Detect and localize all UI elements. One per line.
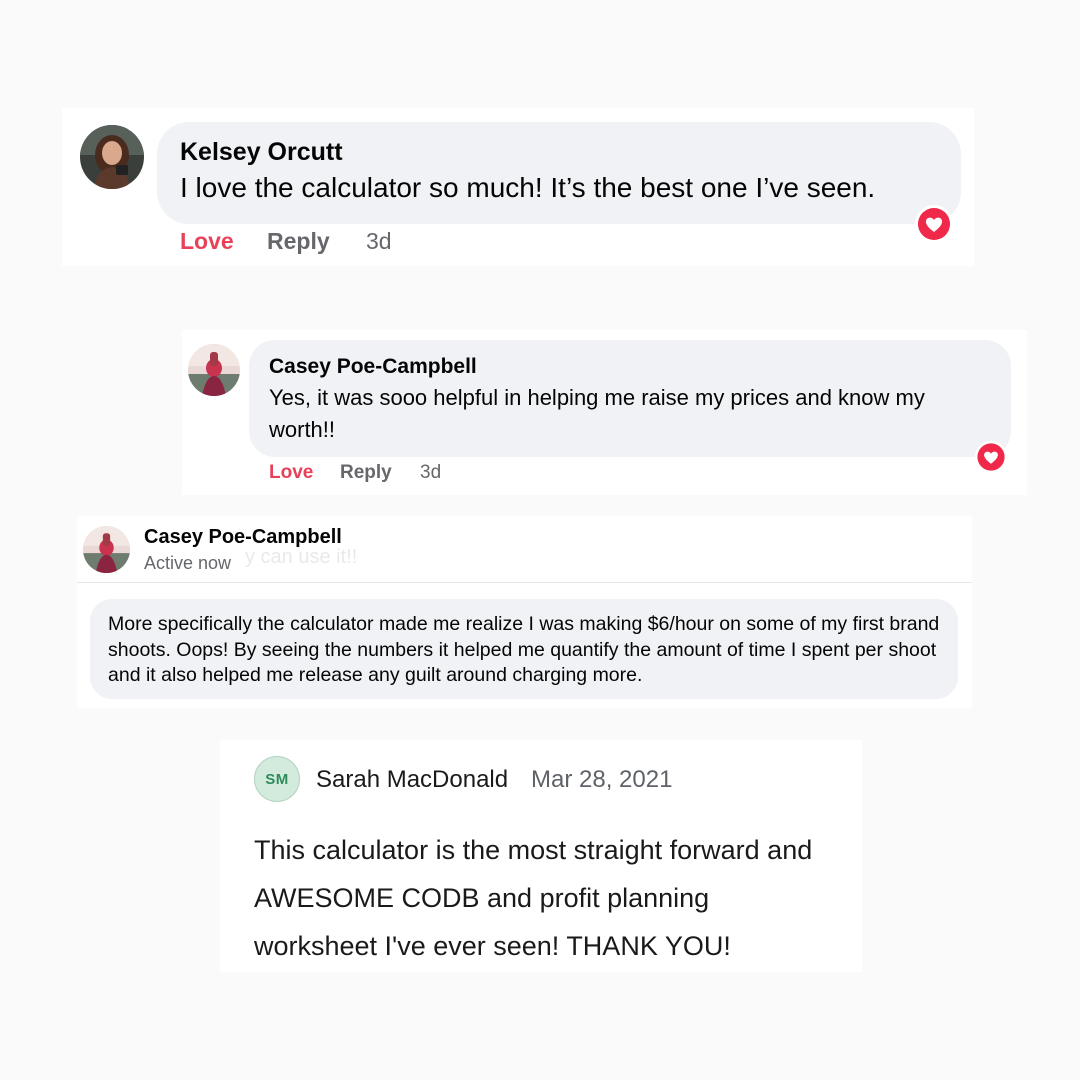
avatar[interactable]	[80, 125, 144, 189]
avatar[interactable]	[188, 344, 240, 396]
avatar[interactable]	[83, 526, 130, 573]
comment-text: I love the calculator so much! It’s the …	[180, 172, 876, 203]
review-card: SM Sarah MacDonald Mar 28, 2021 This cal…	[220, 740, 862, 972]
reply-button[interactable]: Reply	[340, 462, 392, 484]
heart-icon[interactable]	[914, 204, 954, 244]
comment-author[interactable]: Kelsey Orcutt	[180, 138, 343, 167]
chat-contact-name[interactable]: Casey Poe-Campbell	[144, 526, 342, 549]
love-button[interactable]: Love	[180, 228, 234, 255]
reply-button[interactable]: Reply	[267, 228, 330, 255]
initials-avatar: SM	[254, 756, 300, 802]
love-button[interactable]: Love	[269, 462, 313, 484]
divider	[77, 582, 972, 583]
presence-status: Active now	[144, 553, 232, 573]
comment-timestamp[interactable]: 3d	[420, 462, 441, 484]
comment-text: Yes, it was sooo helpful in helping me r…	[269, 385, 925, 442]
comment-author[interactable]: Casey Poe-Campbell	[269, 355, 477, 379]
message-card: y can use it!! Casey Poe-Campbell Active…	[77, 516, 972, 708]
review-text: This calculator is the most straight for…	[254, 835, 813, 961]
faded-text: y can use it!!	[245, 546, 358, 568]
heart-icon[interactable]	[974, 440, 1008, 474]
comment-timestamp[interactable]: 3d	[366, 228, 392, 255]
review-author: Sarah MacDonald	[316, 766, 509, 793]
comment-card-kelsey: Kelsey Orcutt I love the calculator so m…	[62, 108, 974, 266]
review-date: Mar 28, 2021	[531, 766, 673, 793]
message-text: More specifically the calculator made me…	[108, 613, 940, 686]
comment-card-casey: Casey Poe-Campbell Yes, it was sooo help…	[182, 330, 1027, 495]
